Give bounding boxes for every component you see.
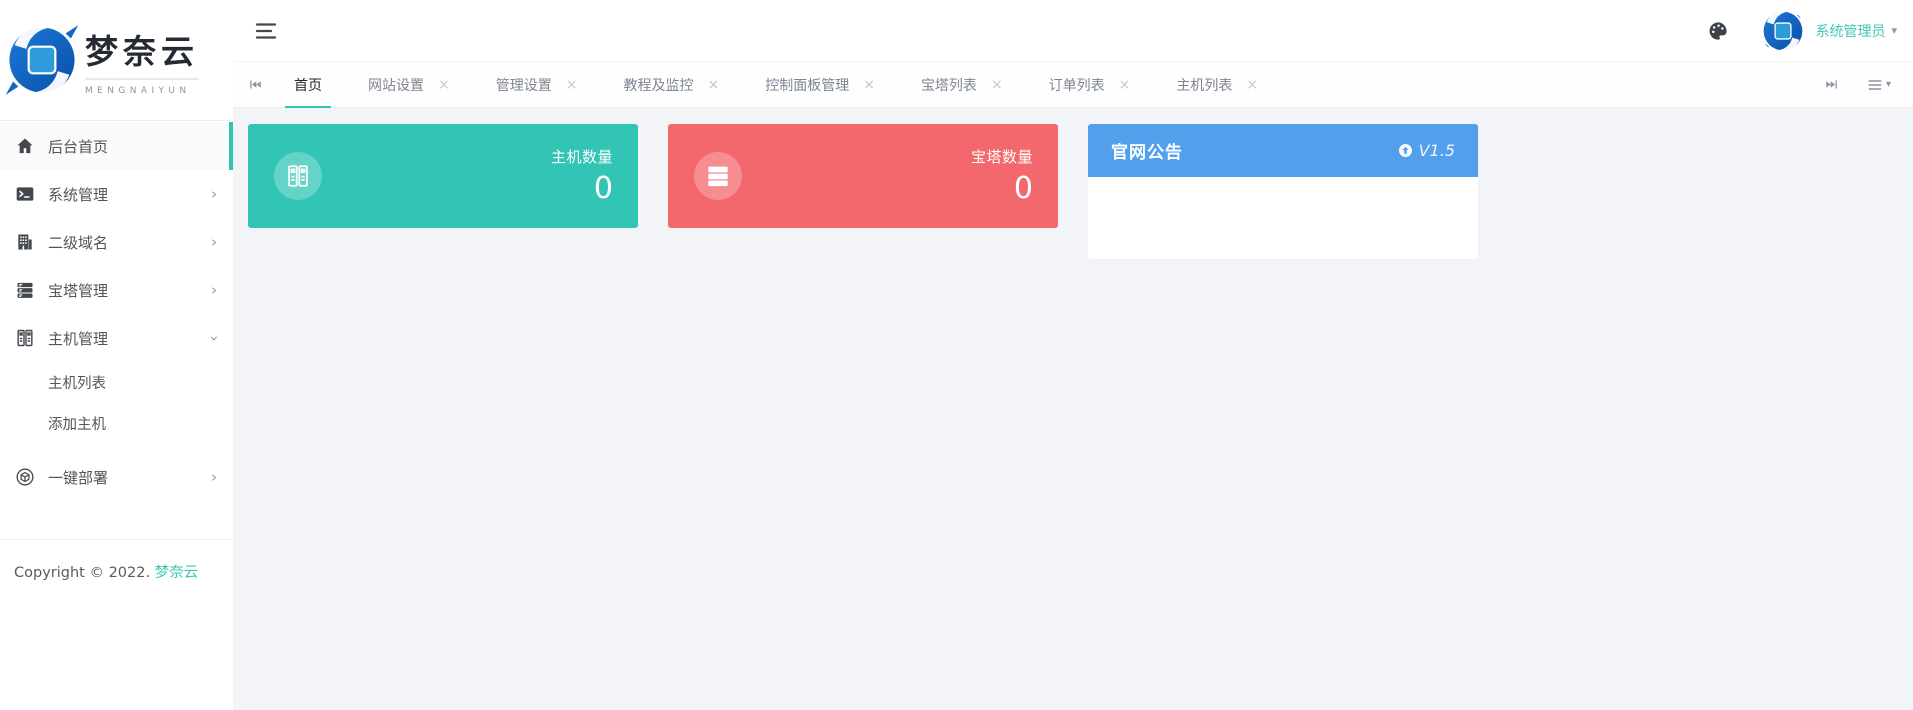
sidebar-submenu-host: 主机列表 添加主机	[0, 362, 233, 444]
list-icon	[1867, 77, 1883, 93]
chevron-right-icon: ›	[211, 283, 217, 298]
avatar-logo-icon	[1761, 9, 1805, 53]
chevron-right-icon: ›	[211, 187, 217, 202]
announcement-card: 官网公告 V1.5	[1088, 124, 1478, 259]
sidebar-subitem-label: 添加主机	[48, 413, 106, 434]
tab-label: 订单列表	[1049, 75, 1105, 95]
brand-name: 梦奈云	[85, 25, 199, 80]
bt-badge	[694, 152, 742, 200]
server-icon	[705, 163, 731, 189]
close-icon[interactable]: ×	[707, 78, 719, 92]
version-badge: V1.5	[1397, 141, 1455, 160]
main-content: 主机数量 0 宝塔数量 0 官网公告 V1.5	[233, 108, 1913, 710]
bt-count-title: 宝塔数量	[971, 146, 1033, 167]
tab-label: 首页	[294, 75, 322, 95]
bt-count-value: 0	[971, 174, 1033, 204]
terminal-icon	[15, 184, 35, 204]
sidebar-footer: Copyright © 2022. 梦奈云	[0, 539, 233, 582]
tab-label: 教程及监控	[623, 75, 693, 95]
tabs-options-menu[interactable]: ▾	[1867, 77, 1891, 93]
copyright-brand-link[interactable]: 梦奈云	[155, 565, 199, 581]
user-menu[interactable]: 系统管理员 ▾	[1815, 21, 1897, 41]
sidebar-subitem-add-host[interactable]: 添加主机	[0, 403, 233, 444]
tab-bt-list[interactable]: 宝塔列表 ×	[898, 62, 1026, 107]
bt-count-card: 宝塔数量 0	[668, 124, 1058, 228]
host-count-title: 主机数量	[551, 146, 613, 167]
sidebar-item-label: 宝塔管理	[48, 280, 108, 301]
host-badge	[274, 152, 322, 200]
tabs-scroll-right-icon[interactable]	[1824, 77, 1839, 92]
host-count-value: 0	[551, 174, 613, 204]
username-label: 系统管理员	[1815, 21, 1885, 41]
sidebar-item-label: 主机管理	[48, 328, 108, 349]
cabinet-icon	[15, 328, 35, 348]
top-navbar: 系统管理员 ▾	[233, 0, 1913, 61]
sidebar-item-label: 一键部署	[48, 467, 108, 488]
sidebar-toggle-icon[interactable]	[254, 19, 278, 43]
sidebar-menu: 后台首页 系统管理 › 二级域名 › 宝塔管理 › 主机管理 › 主机列表	[0, 121, 233, 501]
open-tabs: 首页 网站设置 × 管理设置 × 教程及监控 × 控制面板管理 × 宝塔列表 ×…	[271, 62, 1281, 107]
circle-up-icon	[1397, 142, 1414, 159]
close-icon[interactable]: ×	[991, 78, 1003, 92]
cube-icon	[15, 467, 35, 487]
sidebar-item-dashboard[interactable]: 后台首页	[0, 122, 233, 170]
brand-logo[interactable]: 梦奈云 MENGNAIYUN	[0, 0, 233, 121]
caret-down-icon: ▾	[1886, 79, 1891, 90]
sidebar-item-subdomain[interactable]: 二级域名 ›	[0, 218, 233, 266]
sidebar-subitem-label: 主机列表	[48, 372, 106, 393]
chevron-right-icon: ›	[211, 470, 217, 485]
tab-label: 控制面板管理	[765, 75, 849, 95]
announcement-header: 官网公告 V1.5	[1088, 124, 1478, 177]
tab-label: 主机列表	[1176, 75, 1232, 95]
sidebar-item-host-manage[interactable]: 主机管理 ›	[0, 314, 233, 362]
sidebar-item-label: 系统管理	[48, 184, 108, 205]
close-icon[interactable]: ×	[1246, 78, 1258, 92]
building-icon	[15, 232, 35, 252]
copyright-text: Copyright © 2022.	[14, 565, 150, 581]
tab-panel-manage[interactable]: 控制面板管理 ×	[742, 62, 898, 107]
tab-site-settings[interactable]: 网站设置 ×	[345, 62, 473, 107]
chevron-down-icon: ›	[207, 335, 222, 341]
brand-subtitle: MENGNAIYUN	[85, 86, 199, 96]
announcement-title: 官网公告	[1111, 138, 1183, 163]
server-icon	[15, 280, 35, 300]
brand-logo-icon	[5, 23, 79, 97]
cabinet-icon	[285, 163, 311, 189]
home-icon	[15, 136, 35, 156]
close-icon[interactable]: ×	[1119, 78, 1131, 92]
chevron-right-icon: ›	[211, 235, 217, 250]
tab-label: 管理设置	[496, 75, 552, 95]
tabs-scroll-left-icon[interactable]	[248, 77, 263, 92]
sidebar-item-deploy[interactable]: 一键部署 ›	[0, 453, 233, 501]
sidebar-item-label: 后台首页	[48, 136, 108, 157]
caret-down-icon: ▾	[1891, 24, 1897, 37]
close-icon[interactable]: ×	[863, 78, 875, 92]
tab-bar: 首页 网站设置 × 管理设置 × 教程及监控 × 控制面板管理 × 宝塔列表 ×…	[233, 61, 1913, 108]
tab-label: 网站设置	[368, 75, 424, 95]
tab-order-list[interactable]: 订单列表 ×	[1026, 62, 1154, 107]
close-icon[interactable]: ×	[438, 78, 450, 92]
tab-tutorial-monitor[interactable]: 教程及监控 ×	[600, 62, 742, 107]
tab-host-list[interactable]: 主机列表 ×	[1153, 62, 1281, 107]
host-count-card: 主机数量 0	[248, 124, 638, 228]
tab-label: 宝塔列表	[921, 75, 977, 95]
sidebar-subitem-host-list[interactable]: 主机列表	[0, 362, 233, 403]
sidebar-item-label: 二级域名	[48, 232, 108, 253]
sidebar: 梦奈云 MENGNAIYUN 后台首页 系统管理 › 二级域名 › 宝塔管理 ›…	[0, 0, 233, 710]
theme-palette-icon[interactable]	[1707, 20, 1729, 42]
close-icon[interactable]: ×	[566, 78, 578, 92]
sidebar-item-bt-manage[interactable]: 宝塔管理 ›	[0, 266, 233, 314]
tab-home[interactable]: 首页	[271, 62, 345, 107]
announcement-body	[1088, 177, 1478, 259]
sidebar-item-system[interactable]: 系统管理 ›	[0, 170, 233, 218]
version-label: V1.5	[1419, 141, 1455, 160]
tab-admin-settings[interactable]: 管理设置 ×	[473, 62, 601, 107]
user-avatar[interactable]	[1761, 9, 1805, 53]
